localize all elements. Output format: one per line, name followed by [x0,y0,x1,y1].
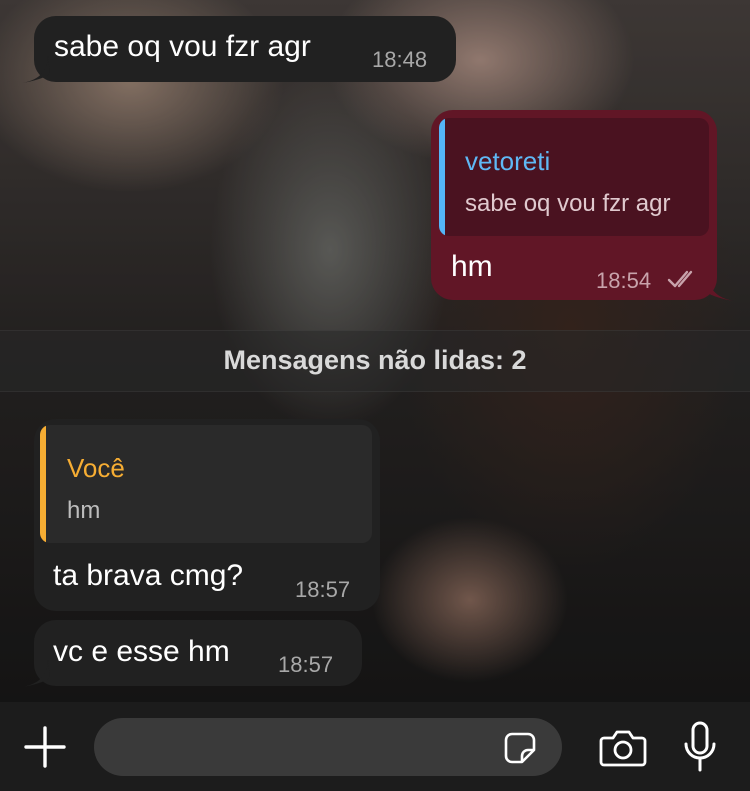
bubble-tail [22,660,50,687]
reply-preview[interactable]: vetoreti sabe oq vou fzr agr [439,118,709,236]
reply-bar [439,118,445,236]
reply-text: hm [67,497,101,524]
message-bubble-incoming[interactable]: Você hm ta brava cmg? 18:57 [34,419,380,611]
microphone-icon[interactable] [682,720,718,774]
message-text-field[interactable] [94,718,562,778]
bubble-tail [22,56,50,83]
double-check-icon [667,270,693,288]
message-bubble-incoming[interactable]: vc e esse hm 18:57 [34,620,362,686]
message-bubble-outgoing[interactable]: vetoreti sabe oq vou fzr agr hm 18:54 [431,110,717,300]
message-input-bar [0,702,750,791]
reply-text: sabe oq vou fzr agr [465,190,671,217]
message-bubble-incoming[interactable]: sabe oq vou fzr agr 18:48 [34,16,456,82]
message-input[interactable] [116,718,500,778]
reply-preview[interactable]: Você hm [40,425,372,543]
message-text: sabe oq vou fzr agr [54,30,311,63]
reply-author: Você [67,453,125,483]
plus-icon[interactable] [22,724,68,770]
message-text: ta brava cmg? [53,559,244,592]
message-time: 18:57 [295,577,351,602]
message-text: hm [451,250,493,283]
message-time: 18:48 [372,47,428,72]
message-text: vc e esse hm [53,635,230,668]
reply-bar [40,425,46,543]
reply-author: vetoreti [465,146,551,176]
camera-icon[interactable] [598,728,648,768]
sticker-icon[interactable] [502,730,538,766]
unread-messages-banner: Mensagens não lidas: 2 [0,330,750,392]
message-time: 18:57 [278,652,334,677]
unread-messages-label: Mensagens não lidas: 2 [223,345,527,375]
bubble-tail [706,274,734,301]
message-time: 18:54 [596,268,652,293]
